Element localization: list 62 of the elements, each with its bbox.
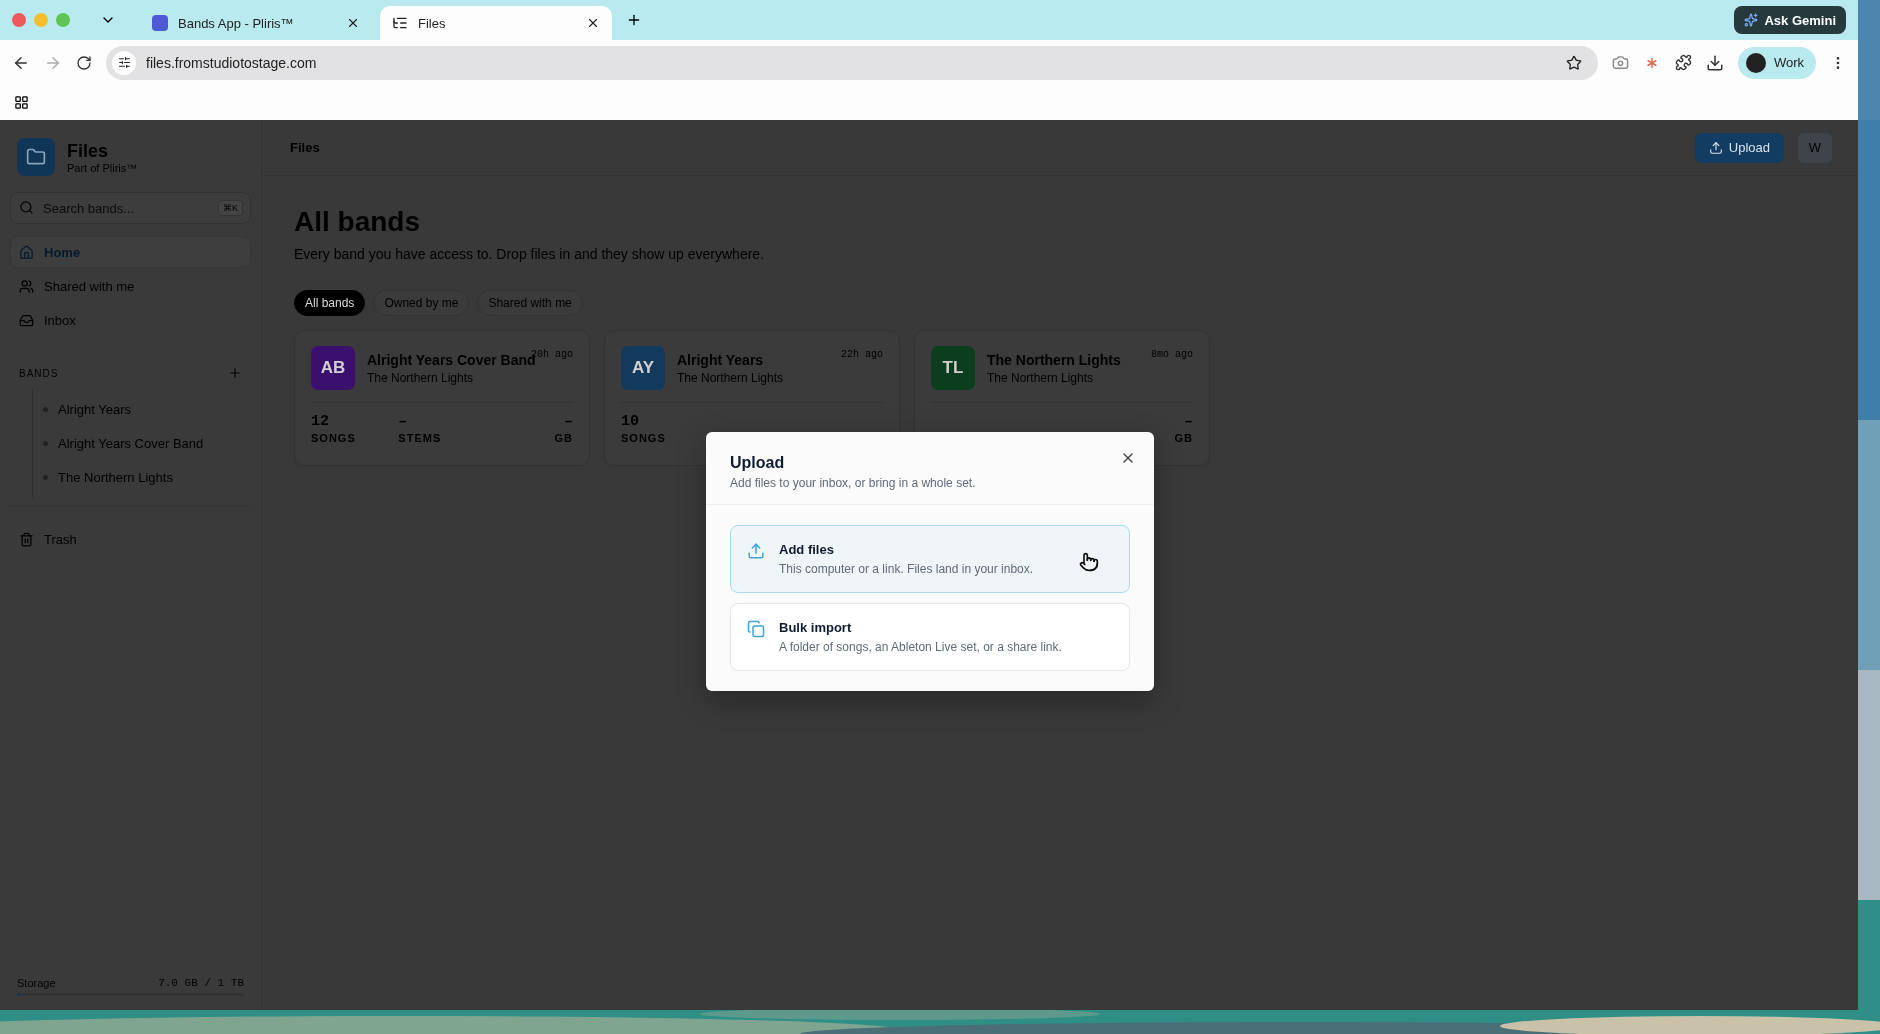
search-icon	[19, 200, 34, 215]
stat-label: GB	[554, 432, 573, 444]
copy-icon	[747, 620, 765, 638]
close-tab-icon[interactable]	[346, 16, 360, 30]
band-owner: The Northern Lights	[677, 371, 784, 385]
stat-value: –	[398, 413, 408, 430]
site-settings-icon[interactable]	[112, 50, 136, 75]
stat-label: SONGS	[311, 432, 356, 444]
band-avatar: TL	[931, 346, 975, 390]
users-icon	[19, 278, 34, 294]
camera-icon[interactable]	[1611, 54, 1629, 71]
app-name: Files	[67, 140, 110, 162]
band-name: Alright Years	[677, 352, 765, 368]
home-icon	[19, 244, 34, 260]
band-avatar: AY	[621, 346, 665, 390]
upload-icon	[747, 542, 765, 560]
dialog-subtitle: Add files to your inbox, or bring in a whole set.	[730, 476, 977, 490]
stat-label: SONGS	[621, 432, 666, 444]
extensions-icon[interactable]	[1674, 54, 1692, 71]
trash-icon	[19, 531, 34, 547]
upload-option[interactable]: Bulk import A folder of songs, an Ableton Live set, or a share link.	[730, 603, 1130, 671]
ask-gemini-button[interactable]: Ask Gemini	[1734, 6, 1846, 34]
stat-value: 12	[311, 413, 329, 430]
browser-tab[interactable]: Files	[380, 6, 612, 40]
stat-value: 10	[621, 413, 639, 430]
filter-chip[interactable]: All bands	[294, 290, 366, 316]
app-favicon-icon	[152, 15, 168, 31]
updated-time: 22h ago	[841, 349, 883, 360]
new-tab-icon[interactable]	[626, 12, 642, 28]
band-owner: The Northern Lights	[987, 371, 1095, 385]
apps-grid-icon[interactable]	[14, 95, 29, 110]
page-title: Files	[290, 140, 321, 155]
close-window-button[interactable]	[12, 13, 26, 27]
subtitle: Every band you have access to. Drop files in and they show up everywhere.	[294, 246, 766, 262]
avatar-icon	[1745, 52, 1766, 73]
address-bar[interactable]: files.fromstudiotostage.com	[106, 45, 1598, 80]
upload-button[interactable]: Upload	[1694, 132, 1784, 163]
reload-icon[interactable]	[76, 54, 92, 71]
band-owner: The Northern Lights	[367, 371, 475, 385]
stat-value: –	[564, 413, 573, 430]
band-avatar: AB	[311, 346, 355, 390]
inbox-icon	[19, 312, 34, 328]
stat-label: GB	[1174, 432, 1193, 444]
download-icon[interactable]	[1705, 53, 1724, 72]
band-name: The Northern Lights	[987, 352, 1121, 368]
browser-tab[interactable]: Bands App - Pliris™	[140, 6, 372, 40]
storage-label: Storage	[17, 977, 56, 989]
folder-logo-icon	[17, 138, 55, 176]
section-heading: BANDS	[19, 367, 59, 379]
bookmark-star-icon[interactable]	[1565, 54, 1582, 71]
band-card[interactable]: AB Alright Years Cover Band The Northern Lights 20h ago 12 SONGS – STEMS – GB	[294, 330, 590, 466]
stat-label: STEMS	[398, 432, 442, 444]
upload-icon	[1708, 140, 1723, 155]
close-tab-icon[interactable]	[586, 16, 600, 30]
shortcut-hint: ⌘K	[218, 200, 243, 216]
list-favicon-icon	[392, 15, 408, 31]
upload-option[interactable]: Add files This computer or a link. Files land in your inbox.	[730, 525, 1130, 593]
sparkle-icon	[1744, 13, 1759, 27]
heading: All bands	[294, 206, 421, 238]
pointer-cursor-icon	[1079, 552, 1099, 572]
profile-button[interactable]: Work	[1737, 46, 1816, 79]
stat-value: –	[1184, 413, 1193, 430]
